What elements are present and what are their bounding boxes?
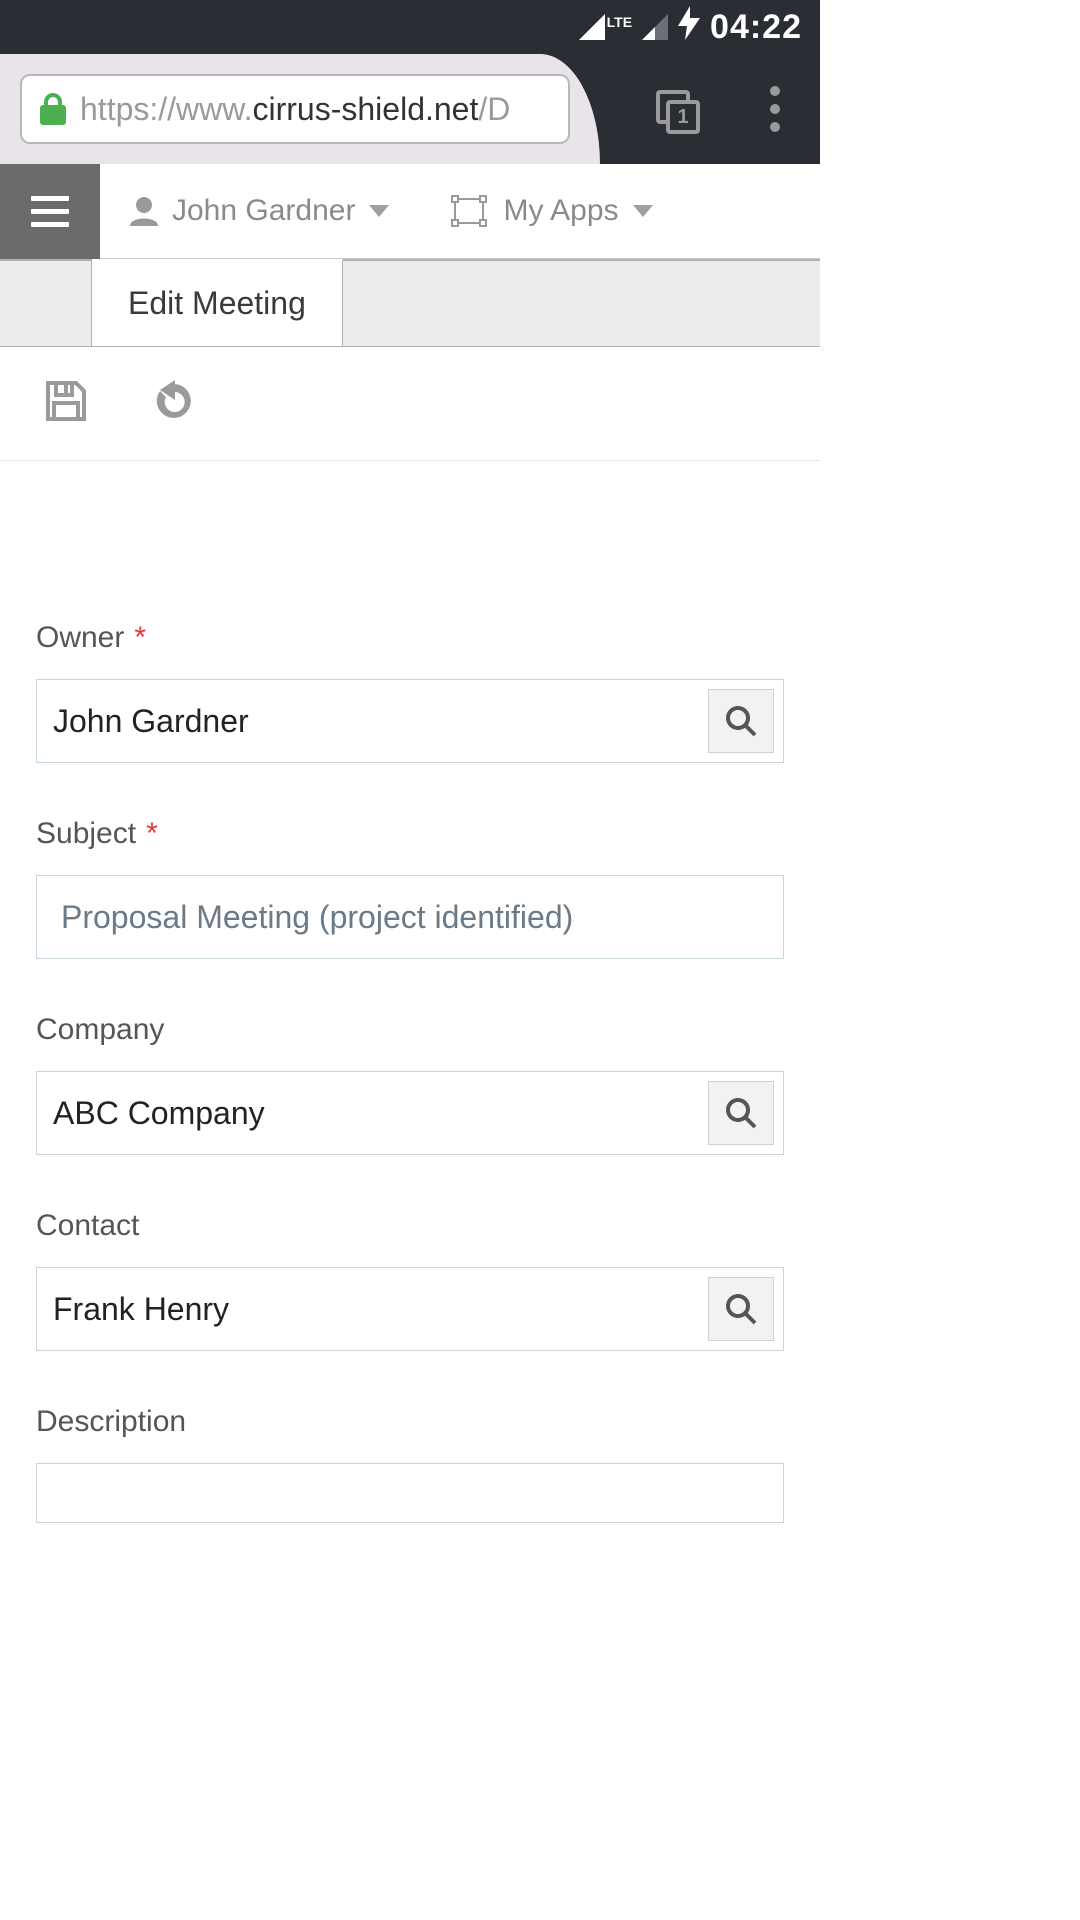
- status-bar: LTE 04:22: [0, 0, 820, 54]
- undo-icon[interactable]: [150, 376, 200, 431]
- tab-count: 1: [666, 100, 700, 134]
- subject-label: Subject*: [36, 817, 784, 851]
- field-contact: Contact: [36, 1209, 784, 1351]
- company-lookup-button[interactable]: [708, 1081, 774, 1145]
- field-description: Description: [36, 1405, 784, 1523]
- chevron-down-icon: [369, 205, 389, 217]
- tab-spacer: [0, 259, 92, 346]
- tab-label: Edit Meeting: [128, 285, 306, 322]
- contact-input[interactable]: [36, 1267, 784, 1351]
- overflow-menu-icon[interactable]: [770, 86, 780, 132]
- apps-label: My Apps: [503, 194, 618, 228]
- field-owner: Owner*: [36, 621, 784, 763]
- charging-icon: [678, 6, 700, 48]
- save-icon[interactable]: [42, 377, 90, 430]
- form-area: Owner* Subject* Company Contact: [0, 461, 820, 1523]
- apps-icon: [449, 193, 489, 229]
- owner-lookup-button[interactable]: [708, 689, 774, 753]
- signal-lte-icon: LTE: [579, 14, 632, 40]
- tab-empty-area: [343, 259, 820, 346]
- url-bar[interactable]: https://www.cirrus-shield.net/D: [20, 74, 570, 144]
- tabs-button[interactable]: 1: [656, 90, 700, 134]
- signal-icon: [642, 14, 668, 40]
- company-input[interactable]: [36, 1071, 784, 1155]
- hamburger-menu-button[interactable]: [0, 164, 100, 259]
- chevron-down-icon: [633, 205, 653, 217]
- owner-input[interactable]: [36, 679, 784, 763]
- person-icon: [130, 196, 158, 226]
- tab-strip: Edit Meeting: [0, 259, 820, 347]
- status-time: 04:22: [710, 8, 802, 47]
- toolbar: [0, 347, 820, 461]
- field-company: Company: [36, 1013, 784, 1155]
- owner-label: Owner*: [36, 621, 784, 655]
- apps-dropdown[interactable]: My Apps: [419, 193, 682, 229]
- description-input[interactable]: [36, 1463, 784, 1523]
- contact-lookup-button[interactable]: [708, 1277, 774, 1341]
- contact-label: Contact: [36, 1209, 784, 1243]
- company-label: Company: [36, 1013, 784, 1047]
- url-text: https://www.cirrus-shield.net/D: [80, 91, 510, 128]
- user-dropdown[interactable]: John Gardner: [100, 194, 419, 228]
- subject-input[interactable]: [36, 875, 784, 959]
- tab-edit-meeting[interactable]: Edit Meeting: [92, 259, 343, 346]
- lock-icon: [40, 93, 66, 125]
- field-subject: Subject*: [36, 817, 784, 959]
- user-name-label: John Gardner: [172, 194, 355, 228]
- browser-chrome: https://www.cirrus-shield.net/D 1: [0, 54, 820, 164]
- description-label: Description: [36, 1405, 784, 1439]
- app-header: John Gardner My Apps: [0, 164, 820, 259]
